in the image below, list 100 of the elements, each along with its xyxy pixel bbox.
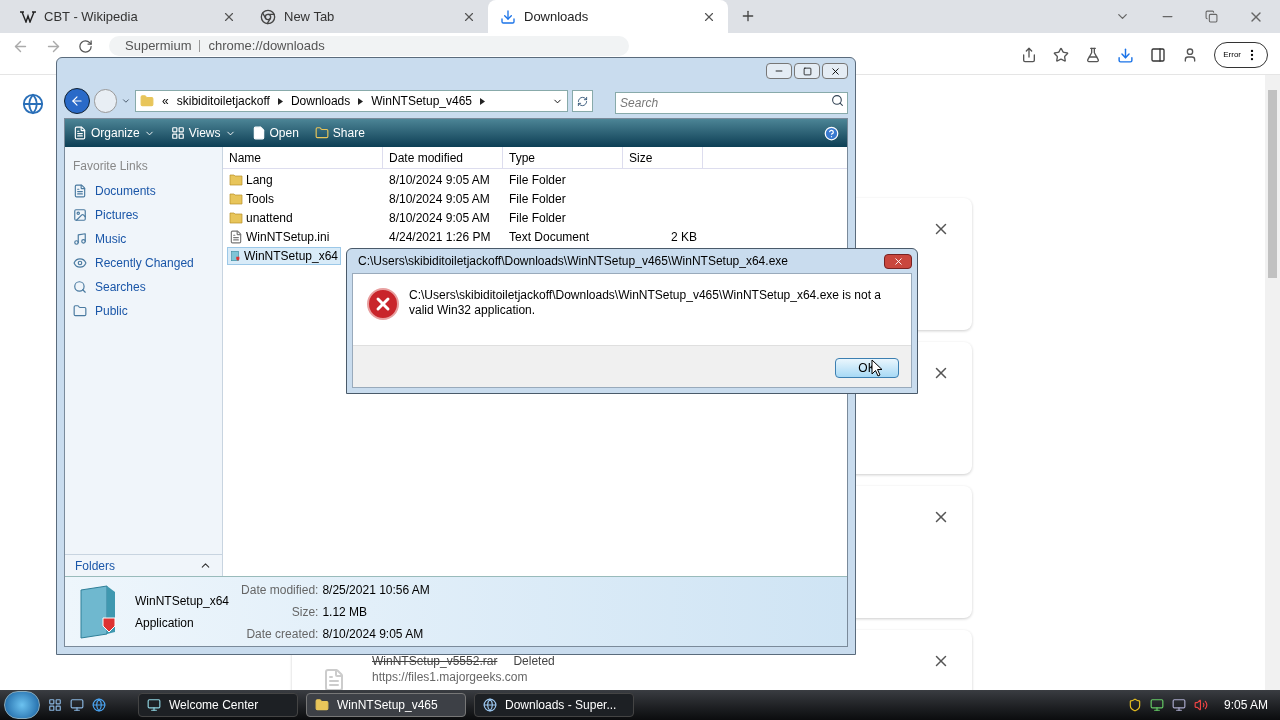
breadcrumb-item[interactable]: skibiditoiletjackoff <box>176 92 270 110</box>
taskbar-button[interactable]: Downloads - Super... <box>474 693 634 717</box>
column-header[interactable]: Name <box>223 147 383 168</box>
folder-icon <box>229 211 243 224</box>
close-icon <box>892 255 904 267</box>
favorite-link[interactable]: Pictures <box>73 206 214 224</box>
column-header[interactable]: Size <box>623 147 703 168</box>
download-status: Deleted <box>513 654 555 668</box>
shield-icon[interactable] <box>1127 698 1142 712</box>
folder-icon <box>140 94 155 108</box>
date-cell-text: 8/10/2024 9:05 AM <box>388 190 491 208</box>
picture-icon <box>73 208 87 222</box>
browser-icon[interactable] <box>92 698 106 712</box>
file-row[interactable]: unattend <box>227 208 341 227</box>
chevron-right-icon[interactable] <box>277 97 283 105</box>
size-cell-text: 2 KB <box>670 228 698 246</box>
taskbar-button[interactable]: Welcome Center <box>138 693 298 717</box>
address-field[interactable]: « skibiditoiletjackoff Downloads WinNTSetup_v465 <box>135 90 568 112</box>
folder-icon <box>315 698 329 712</box>
folder-icon <box>314 126 329 140</box>
refresh-button[interactable] <box>571 90 594 112</box>
toolbar-button[interactable]: Organize <box>73 124 155 142</box>
file-icon <box>322 668 346 690</box>
address-bar[interactable]: Supermium chrome://downloads <box>109 36 629 56</box>
browser-tab[interactable]: New Tab <box>248 0 488 33</box>
star-icon[interactable] <box>1053 47 1070 63</box>
side-panel-icon[interactable] <box>1150 47 1167 63</box>
history-dropdown-icon[interactable] <box>121 96 132 106</box>
column-header[interactable]: Date modified <box>383 147 503 168</box>
favorite-link[interactable]: Searches <box>73 278 214 296</box>
share-icon[interactable] <box>1021 47 1038 63</box>
flask-icon[interactable] <box>1085 47 1102 63</box>
favorite-link[interactable]: Documents <box>73 182 214 200</box>
scrollbar[interactable] <box>1265 75 1280 690</box>
detail-label: Date created: <box>245 625 319 643</box>
favorite-link[interactable]: Music <box>73 230 214 248</box>
help-icon[interactable] <box>824 125 839 141</box>
favorite-link[interactable]: Public <box>73 302 214 320</box>
reload-icon[interactable] <box>78 39 93 54</box>
minimize-button[interactable] <box>766 63 792 79</box>
download-icon <box>500 8 516 25</box>
type-cell-text: File Folder <box>508 171 567 189</box>
column-header[interactable]: Type <box>503 147 623 168</box>
folder-icon <box>229 192 243 205</box>
folder-icon <box>229 173 243 186</box>
search-icon <box>73 280 87 294</box>
monitor-icon <box>147 698 161 712</box>
document-icon <box>229 229 243 244</box>
breadcrumb-item[interactable]: WinNTSetup_v465 <box>371 92 472 110</box>
download-icon[interactable] <box>1117 46 1135 64</box>
maximize-button[interactable] <box>794 63 820 79</box>
music-note-icon <box>73 232 87 246</box>
new-tab-icon[interactable] <box>740 8 756 24</box>
globe-icon <box>483 698 497 712</box>
type-cell-text: File Folder <box>508 190 567 208</box>
search-icon[interactable] <box>831 94 844 107</box>
error-message: C:\Users\skibiditoiletjackoff\Downloads\WinNTSetup_v465\WinNTSetup_x64.exe is not a valid Win32 application. <box>409 288 882 319</box>
browser-tab[interactable]: CBT - Wikipedia <box>8 0 248 33</box>
muted-volume-icon[interactable] <box>1193 698 1208 712</box>
globe-icon <box>22 93 44 115</box>
tab-title: New Tab <box>284 7 336 26</box>
detail-value: 8/25/2021 10:56 AM <box>322 581 430 599</box>
clock[interactable]: 9:05 AM <box>1215 696 1276 714</box>
display-icon[interactable] <box>1171 698 1186 712</box>
date-cell-text: 8/10/2024 9:05 AM <box>388 209 491 227</box>
file-row[interactable]: WinNTSetup.ini <box>227 227 341 246</box>
toolbar-button[interactable]: Views <box>170 124 236 142</box>
grid-icon <box>170 126 185 140</box>
taskbar-button[interactable]: WinNTSetup_v465 <box>306 693 466 717</box>
back-arrow-icon <box>69 94 84 108</box>
file-row[interactable]: Tools <box>227 189 341 208</box>
show-desktop-icon[interactable] <box>48 698 62 712</box>
restore-icon[interactable] <box>1205 10 1218 23</box>
window-switch-icon[interactable] <box>70 698 84 712</box>
favorite-link[interactable]: Recently Changed <box>73 254 214 272</box>
source-url[interactable]: https://files1.majorgeeks.com <box>372 670 932 684</box>
toolbar-button[interactable]: Share <box>314 124 365 142</box>
chevron-right-icon[interactable] <box>480 97 485 105</box>
back-button[interactable] <box>64 88 90 114</box>
type-cell-text: File Folder <box>508 209 567 227</box>
document-icon <box>251 126 266 140</box>
file-row[interactable]: Lang <box>227 170 341 189</box>
folder-icon <box>73 304 87 318</box>
address-url: chrome://downloads <box>208 37 325 56</box>
network-icon[interactable] <box>1149 698 1164 712</box>
breadcrumb-item[interactable]: Downloads <box>290 92 351 110</box>
start-button[interactable] <box>4 691 40 719</box>
close-button[interactable] <box>822 63 848 79</box>
chevron-right-icon[interactable] <box>358 97 364 105</box>
browser-brand: Supermium <box>125 37 192 56</box>
detail-label: Size: <box>290 603 319 621</box>
file-name: WinNTSetup_v5552.rar <box>372 654 498 668</box>
close-button[interactable] <box>884 253 912 269</box>
browser-tab[interactable]: Downloads <box>488 0 728 33</box>
search-field[interactable]: Search <box>615 92 848 114</box>
date-cell-text: 8/10/2024 9:05 AM <box>388 171 491 189</box>
document-icon <box>73 184 87 198</box>
file-row[interactable]: WinNTSetup_x64 <box>227 246 341 265</box>
toolbar-button[interactable]: Open <box>251 124 299 142</box>
breadcrumb-item[interactable]: « <box>162 92 169 110</box>
